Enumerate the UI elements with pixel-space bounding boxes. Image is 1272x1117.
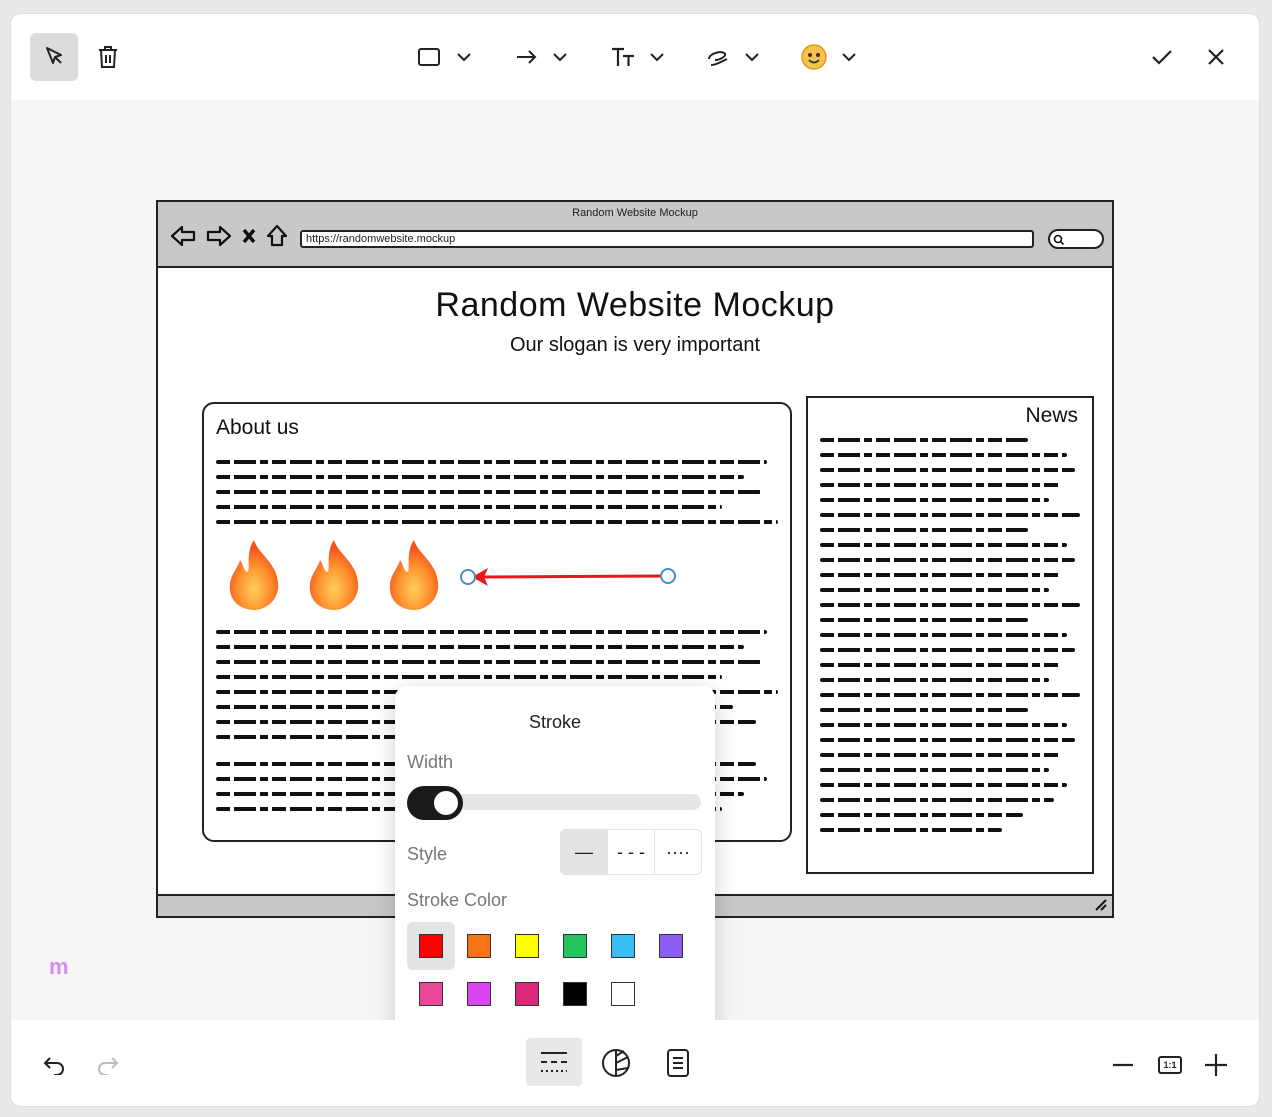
width-slider-thumb[interactable] bbox=[407, 786, 463, 820]
color-swatch-fill bbox=[515, 982, 539, 1006]
screenshot-editor: Random Website Mockup https://randomwebs… bbox=[11, 14, 1259, 1106]
fire-emoji bbox=[229, 540, 279, 610]
highlighter-icon bbox=[708, 51, 728, 66]
minus-icon bbox=[1113, 1063, 1133, 1067]
chevron-down-icon bbox=[650, 53, 664, 62]
fire-emoji bbox=[389, 540, 439, 610]
select-tool-button[interactable] bbox=[30, 33, 78, 81]
color-swatch[interactable] bbox=[647, 922, 695, 970]
notes-icon bbox=[667, 1049, 689, 1077]
color-swatch[interactable] bbox=[407, 970, 455, 1018]
divider bbox=[820, 693, 1080, 697]
bottom-toolbar: 1:1 bbox=[11, 1020, 1259, 1106]
chevron-down-icon bbox=[457, 53, 471, 62]
color-swatch[interactable] bbox=[551, 970, 599, 1018]
arrow-tool-button[interactable] bbox=[512, 42, 572, 72]
color-swatch-fill bbox=[419, 982, 443, 1006]
chevron-down-icon bbox=[553, 53, 567, 62]
about-title: About us bbox=[216, 416, 299, 439]
zoom-reset-icon: 1:1 bbox=[1158, 1056, 1182, 1074]
window-title: Random Website Mockup bbox=[572, 207, 698, 219]
trash-icon bbox=[99, 46, 117, 68]
style-dashed-button[interactable]: - - - bbox=[608, 830, 655, 874]
arrow-start-handle[interactable] bbox=[460, 569, 476, 585]
color-swatch-fill bbox=[563, 982, 587, 1006]
sticker-tool-button[interactable] bbox=[796, 41, 862, 73]
chevron-down-icon bbox=[842, 53, 856, 62]
style-solid-button[interactable]: — bbox=[561, 830, 608, 874]
text-tool-button[interactable] bbox=[606, 42, 670, 72]
undo-button[interactable] bbox=[39, 1050, 69, 1080]
popover-title: Stroke bbox=[528, 712, 582, 732]
url-bar: https://randomwebsite.mockup bbox=[300, 230, 1034, 248]
close-icon bbox=[1208, 49, 1224, 65]
color-swatch-fill bbox=[467, 934, 491, 958]
arrow-annotation[interactable] bbox=[458, 562, 678, 592]
plus-icon bbox=[1205, 1054, 1227, 1076]
delete-button[interactable] bbox=[93, 42, 123, 72]
arrow-icon bbox=[517, 50, 537, 64]
style-dotted-button[interactable]: ···· bbox=[655, 830, 701, 874]
color-swatch-fill bbox=[611, 982, 635, 1006]
notes-button[interactable] bbox=[663, 1046, 693, 1080]
opacity-button[interactable] bbox=[599, 1046, 633, 1080]
emoji-icon bbox=[801, 44, 827, 70]
stroke-popover: Stroke Width Style — - - - ···· Stroke C… bbox=[395, 686, 715, 1038]
color-swatch[interactable] bbox=[407, 922, 455, 970]
close-button[interactable] bbox=[1201, 42, 1231, 72]
width-label: Width bbox=[407, 752, 454, 772]
chevron-down-icon bbox=[745, 53, 759, 62]
redo-button[interactable] bbox=[93, 1050, 123, 1080]
news-title: News bbox=[1025, 404, 1078, 427]
undo-icon bbox=[43, 1057, 64, 1075]
color-swatch[interactable] bbox=[599, 970, 647, 1018]
arrow-end-handle[interactable] bbox=[660, 568, 676, 584]
brand-logo: m bbox=[49, 954, 69, 979]
text-size-icon bbox=[612, 47, 634, 66]
stroke-style-button[interactable] bbox=[526, 1038, 582, 1086]
shape-tool-button[interactable] bbox=[414, 42, 476, 72]
zoom-out-button[interactable] bbox=[1108, 1050, 1138, 1080]
color-swatch[interactable] bbox=[503, 970, 551, 1018]
pen-tool-button[interactable] bbox=[701, 42, 765, 72]
fire-emoji bbox=[309, 540, 359, 610]
divider bbox=[820, 513, 1080, 517]
placeholder-text bbox=[216, 460, 778, 535]
color-swatch[interactable] bbox=[551, 922, 599, 970]
resize-grip-icon bbox=[1095, 899, 1107, 911]
zoom-reset-button[interactable]: 1:1 bbox=[1155, 1050, 1185, 1080]
zoom-in-button[interactable] bbox=[1201, 1050, 1231, 1080]
confirm-button[interactable] bbox=[1147, 42, 1177, 72]
redo-icon bbox=[98, 1057, 119, 1075]
color-swatch-fill bbox=[467, 982, 491, 1006]
check-icon bbox=[1152, 50, 1172, 65]
top-toolbar bbox=[11, 14, 1259, 100]
color-swatch[interactable] bbox=[455, 970, 503, 1018]
stroke-style-icon bbox=[541, 1052, 567, 1072]
color-swatch-fill bbox=[659, 934, 683, 958]
color-swatch-fill bbox=[419, 934, 443, 958]
color-swatch[interactable] bbox=[503, 922, 551, 970]
browser-chrome: Random Website Mockup https://randomwebs… bbox=[158, 202, 1112, 268]
news-panel: News bbox=[806, 396, 1094, 874]
site-slogan: Our slogan is very important bbox=[509, 334, 761, 356]
color-swatch-fill bbox=[563, 934, 587, 958]
browser-search-field bbox=[1048, 229, 1104, 249]
stroke-color-label: Stroke Color bbox=[407, 890, 508, 910]
color-swatch[interactable] bbox=[455, 922, 503, 970]
color-swatch-fill bbox=[611, 934, 635, 958]
browser-nav-icons bbox=[170, 224, 288, 247]
search-icon bbox=[1053, 234, 1065, 246]
color-swatch[interactable] bbox=[599, 922, 647, 970]
site-title: Random Website Mockup bbox=[435, 286, 835, 324]
style-selector: — - - - ···· bbox=[560, 829, 702, 875]
divider bbox=[820, 603, 1080, 607]
color-swatch-fill bbox=[515, 934, 539, 958]
contrast-icon bbox=[602, 1049, 630, 1077]
style-label: Style bbox=[407, 844, 448, 864]
rectangle-icon bbox=[418, 48, 440, 66]
cursor-icon bbox=[46, 47, 62, 64]
placeholder-text bbox=[820, 438, 1080, 843]
